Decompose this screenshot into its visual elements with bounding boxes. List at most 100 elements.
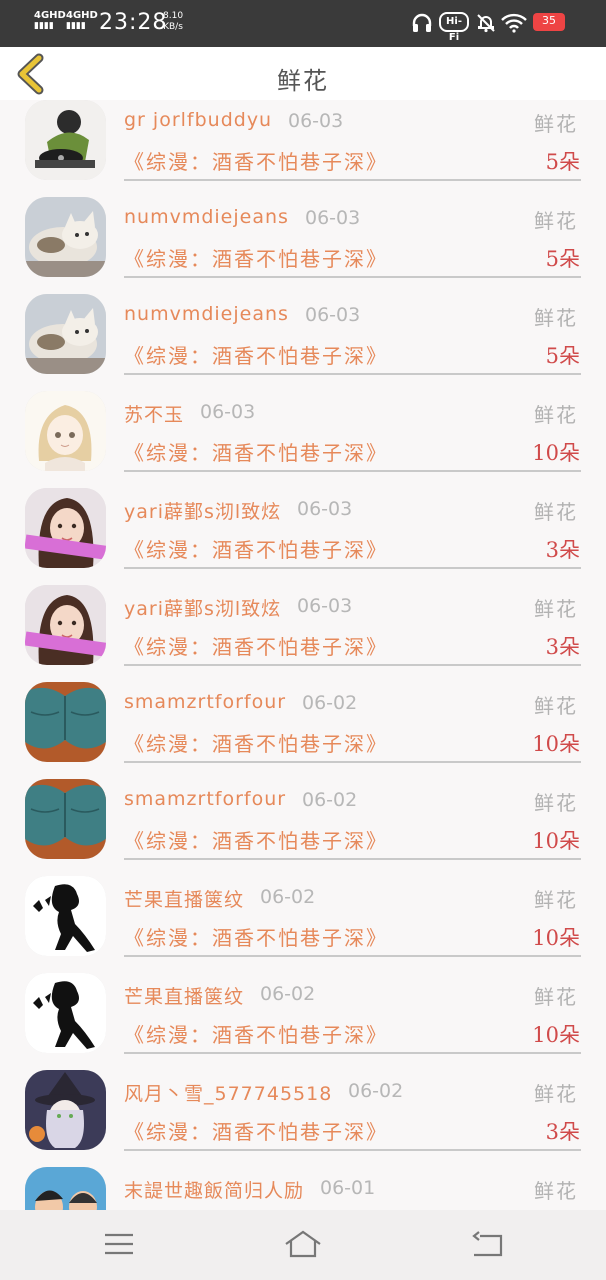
sender-name: yari薜鄞s沏l致炫: [124, 501, 282, 523]
row-divider: [124, 761, 581, 763]
list-item[interactable]: gr jorlfbuddyu 06-03 鲜花 《综漫：酒香不怕巷子深》 5朵: [0, 100, 606, 197]
list-item[interactable]: smamzrtforfour 06-02 鲜花 《综漫：酒香不怕巷子深》 10朵: [0, 682, 606, 779]
gift-type-label: 鲜花: [534, 1082, 578, 1106]
home-button[interactable]: [283, 1228, 323, 1262]
clock: 23:28: [99, 10, 168, 35]
network-speed: 8.10 KB/s: [163, 11, 183, 33]
gift-count: 5朵: [545, 247, 580, 271]
gift-date: 06-03: [288, 110, 344, 132]
page-title: 鲜花: [277, 67, 329, 95]
gift-count: 3朵: [545, 635, 580, 659]
gift-count: 10朵: [532, 926, 580, 950]
sender-name: yari薜鄞s沏l致炫: [124, 598, 282, 620]
menu-button[interactable]: [99, 1228, 139, 1262]
avatar[interactable]: [25, 779, 106, 859]
list-item[interactable]: 芒果直播箧纹 06-02 鲜花《综漫：酒香不怕巷子深》 10朵: [0, 876, 606, 973]
gift-count: 10朵: [532, 441, 580, 465]
return-button[interactable]: [468, 1228, 508, 1262]
row-divider: [124, 858, 581, 860]
gift-date: 06-03: [305, 207, 361, 229]
gift-type-label: 鲜花: [534, 888, 578, 912]
list-item[interactable]: smamzrtforfour 06-02 鲜花 《综漫：酒香不怕巷子深》 10朵: [0, 779, 606, 876]
gift-date: 06-02: [260, 886, 316, 908]
row-divider: [124, 373, 581, 375]
gift-count: 3朵: [545, 1120, 580, 1144]
avatar[interactable]: [25, 585, 106, 665]
gift-count: 5朵: [545, 344, 580, 368]
book-title: 《综漫：酒香不怕巷子深》: [124, 732, 388, 756]
list-item[interactable]: yari薜鄞s沏l致炫 06-03 鲜花 《综漫：酒香不怕巷子深》 3朵: [0, 488, 606, 585]
list-item[interactable]: numvmdiejeans 06-03 鲜花 《综漫：酒香不怕巷子深》 5朵: [0, 294, 606, 391]
gift-date: 06-03: [305, 304, 361, 326]
avatar[interactable]: [25, 197, 106, 277]
book-title: 《综漫：酒香不怕巷子深》: [124, 635, 388, 659]
avatar[interactable]: [25, 391, 106, 471]
gift-type-label: 鲜花: [534, 1179, 578, 1203]
avatar[interactable]: [25, 294, 106, 374]
row-divider: [124, 276, 581, 278]
book-title: 《综漫：酒香不怕巷子深》: [124, 150, 388, 174]
status-bar: 4GHD ▮▮▮▮ 4GHD ▮▮▮▮ 23:28 8.10 KB/s Hi-F…: [0, 0, 606, 47]
gift-type-label: 鲜花: [534, 791, 578, 815]
network-speed-unit: KB/s: [163, 22, 183, 32]
book-title: 《综漫：酒香不怕巷子深》: [124, 926, 388, 950]
list-item[interactable]: 苏不玉 06-03 鲜花 《综漫：酒香不怕巷子深》 10朵: [0, 391, 606, 488]
avatar[interactable]: [25, 1070, 106, 1150]
avatar-jeans: [25, 682, 106, 762]
book-title: 《综漫：酒香不怕巷子深》: [124, 344, 388, 368]
gift-count: 10朵: [532, 1023, 580, 1047]
list-item[interactable]: 末諟世趣飯简归人励 06-01 鲜花: [0, 1167, 606, 1210]
network-speed-value: 8.10: [163, 11, 184, 21]
list-item[interactable]: 芒果直播箧纹 06-02 鲜花 《综漫：酒香不怕巷子深》 10朵: [0, 973, 606, 1070]
book-title: 《综漫：酒香不怕巷子深》: [124, 1023, 388, 1047]
sender-name: 芒果直播箧纹: [124, 986, 245, 1008]
gift-date: 06-03: [297, 498, 353, 520]
sender-name: numvmdiejeans: [124, 206, 289, 228]
row-divider: [124, 470, 581, 472]
sender-name: smamzrtforfour: [124, 691, 287, 713]
gift-type-label: 鲜花: [534, 209, 578, 233]
avatar[interactable]: [25, 876, 106, 956]
avatar-girl: [25, 488, 106, 568]
sender-name: 芒果直播箧纹: [124, 889, 245, 911]
gift-type-label: 鲜花: [534, 597, 578, 621]
avatar[interactable]: [25, 488, 106, 568]
signal-indicator-1: 4GHD ▮▮▮▮: [34, 10, 66, 32]
app-header: 鲜花: [0, 47, 606, 100]
list-item[interactable]: 风月丶雪_577745518 06-02 鲜花《综漫：酒香不怕巷子深》 3朵: [0, 1070, 606, 1167]
gift-type-label: 鲜花: [534, 985, 578, 1009]
menu-icon: [105, 1233, 133, 1255]
avatar[interactable]: [25, 100, 106, 180]
gift-date: 06-02: [302, 692, 358, 714]
sender-name: 风月丶雪_577745518: [124, 1083, 333, 1105]
home-icon: [285, 1230, 321, 1258]
row-divider: [124, 179, 581, 181]
avatar[interactable]: [25, 682, 106, 762]
gift-count: 10朵: [532, 829, 580, 853]
avatar-cat: [25, 197, 106, 277]
return-icon: [472, 1231, 503, 1257]
gift-date: 06-03: [297, 595, 353, 617]
avatar[interactable]: [25, 1167, 106, 1210]
sender-name: gr jorlfbuddyu: [124, 109, 273, 131]
gift-type-label: 鲜花: [534, 112, 578, 136]
gift-date: 06-02: [348, 1080, 404, 1102]
sender-name: 末諟世趣飯简归人励: [124, 1180, 305, 1202]
avatar[interactable]: [25, 973, 106, 1053]
row-divider: [124, 567, 581, 569]
gift-type-label: 鲜花: [534, 306, 578, 330]
avatar-girl: [25, 585, 106, 665]
avatar-witch: [25, 1070, 106, 1150]
signal-indicator-2: 4GHD ▮▮▮▮: [66, 10, 98, 32]
list-item[interactable]: numvmdiejeans 06-03 鲜花 《综漫：酒香不怕巷子深》 5朵: [0, 197, 606, 294]
avatar-jeans: [25, 779, 106, 859]
gift-type-label: 鲜花: [534, 403, 578, 427]
signal-label-1: 4GHD: [34, 10, 66, 21]
row-divider: [124, 664, 581, 666]
list-item[interactable]: yari薜鄞s沏l致炫 06-03 鲜花《综漫：酒香不怕巷子深》 3朵: [0, 585, 606, 682]
book-title: 《综漫：酒香不怕巷子深》: [124, 1120, 388, 1144]
gift-date: 06-02: [302, 789, 358, 811]
battery-indicator: 35: [533, 13, 569, 31]
system-nav-bar: [0, 1210, 606, 1280]
gift-count: 10朵: [532, 732, 580, 756]
